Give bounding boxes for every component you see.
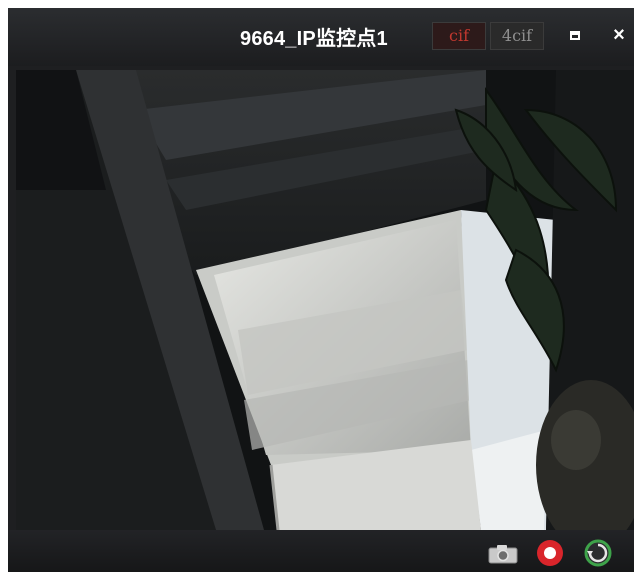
refresh-icon[interactable] (584, 539, 612, 572)
camera-frame (16, 70, 634, 530)
stream-4cif-button[interactable]: 4cif (490, 22, 544, 50)
camera-capture-icon[interactable] (488, 544, 518, 569)
camera-video-feed[interactable] (16, 70, 634, 530)
record-icon[interactable] (536, 539, 564, 572)
title-bar[interactable]: 9664_IP监控点1 cif 4cif × (8, 8, 634, 66)
maximize-icon (570, 30, 580, 40)
maximize-button[interactable] (564, 24, 586, 46)
video-preview-window: 9664_IP监控点1 cif 4cif × (8, 8, 634, 572)
stream-cif-button[interactable]: cif (432, 22, 486, 50)
video-toolbar (8, 530, 634, 572)
window-title: 9664_IP监控点1 (240, 28, 388, 50)
close-icon: × (613, 23, 625, 46)
close-button[interactable]: × (608, 24, 630, 46)
